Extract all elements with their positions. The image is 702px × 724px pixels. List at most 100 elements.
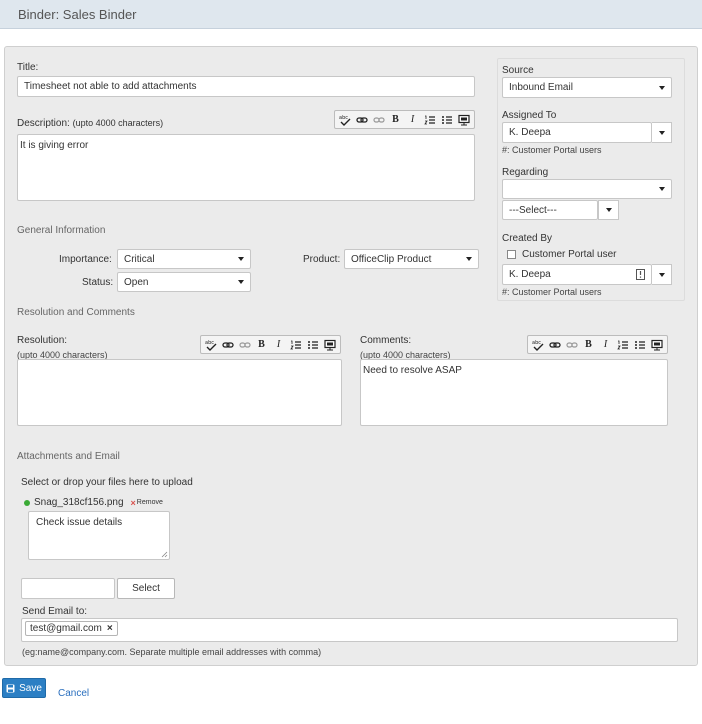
bold-icon[interactable]: B (255, 338, 268, 351)
comments-value: Need to resolve ASAP (363, 365, 462, 376)
description-textarea[interactable]: It is giving error (17, 134, 475, 201)
italic-icon[interactable]: I (406, 113, 419, 126)
regarding-sub-dropdown-button[interactable] (598, 200, 619, 220)
spellcheck-icon[interactable]: abc (338, 113, 351, 126)
regarding-sub-select[interactable]: ---Select--- (502, 200, 598, 220)
bold-icon[interactable]: B (582, 338, 595, 351)
importance-value: Critical (124, 253, 155, 265)
spellcheck-icon[interactable]: abc (204, 338, 217, 351)
link-icon[interactable] (355, 113, 368, 126)
bold-icon[interactable]: B (389, 113, 402, 126)
comments-label: Comments: (360, 335, 412, 346)
regarding-select[interactable] (502, 179, 672, 199)
svg-text:abc: abc (339, 115, 348, 121)
save-button-label: Save (19, 682, 42, 694)
attachment-note-value: Check issue details (36, 517, 123, 528)
importance-select[interactable]: Critical (117, 249, 251, 269)
chevron-down-icon (659, 85, 665, 90)
attachment-note-textarea[interactable]: Check issue details (28, 511, 170, 560)
created-by-dropdown-button[interactable] (652, 264, 672, 285)
comments-textarea[interactable]: Need to resolve ASAP (360, 359, 668, 426)
attachment-item: Snag_318cf156.png × Remove (24, 497, 163, 508)
status-value: Open (124, 276, 149, 288)
remove-attachment-link[interactable]: × Remove (131, 498, 163, 508)
attachments-heading: Attachments and Email (17, 451, 120, 462)
source-view-icon[interactable] (323, 338, 336, 351)
spellcheck-icon[interactable]: abc (531, 338, 544, 351)
product-select[interactable]: OfficeClip Product (344, 249, 479, 269)
send-email-input[interactable] (21, 618, 678, 642)
assigned-to-value: K. Deepa (509, 127, 551, 138)
ordered-list-icon[interactable] (423, 113, 436, 126)
description-value: It is giving error (20, 140, 89, 151)
unlink-icon[interactable] (372, 113, 385, 126)
bullet-list-icon[interactable] (306, 338, 319, 351)
description-toolbar: abc B I (334, 110, 475, 129)
customer-portal-checkbox[interactable] (507, 250, 516, 259)
close-icon[interactable]: × (107, 623, 113, 634)
description-hint: (upto 4000 characters) (72, 118, 164, 128)
title-input[interactable]: Timesheet not able to add attachments (17, 76, 475, 97)
created-hint: #: Customer Portal users (502, 287, 602, 297)
source-view-icon[interactable] (650, 338, 663, 351)
cancel-link[interactable]: Cancel (58, 688, 89, 699)
customer-portal-checkbox-row: Customer Portal user (507, 249, 616, 260)
assigned-to-input[interactable]: K. Deepa (502, 122, 652, 143)
ordered-list-icon[interactable] (616, 338, 629, 351)
email-chip-text: test@gmail.com (30, 623, 102, 634)
chevron-down-icon (238, 257, 244, 261)
unlink-icon[interactable] (565, 338, 578, 351)
link-icon[interactable] (548, 338, 561, 351)
upload-success-dot (24, 499, 30, 506)
status-select[interactable]: Open (117, 272, 251, 292)
unlink-icon[interactable] (238, 338, 251, 351)
regarding-label: Regarding (502, 167, 549, 178)
chevron-down-icon (658, 130, 665, 135)
source-select[interactable]: Inbound Email (502, 77, 672, 98)
chevron-down-icon (659, 187, 665, 191)
email-chip: test@gmail.com × (25, 621, 118, 636)
svg-text:abc: abc (205, 340, 214, 346)
created-by-input[interactable]: K. Deepa (502, 264, 652, 285)
assigned-to-label: Assigned To (502, 110, 557, 121)
chevron-down-icon (238, 280, 244, 284)
page-title: Binder: Sales Binder (18, 7, 137, 22)
assigned-hint: #: Customer Portal users (502, 145, 602, 155)
title-input-value: Timesheet not able to add attachments (24, 81, 197, 92)
regarding-sub-value: ---Select--- (509, 204, 557, 216)
title-label: Title: (17, 62, 39, 73)
resolution-textarea[interactable] (17, 359, 342, 426)
resolution-toolbar: abc B I (200, 335, 341, 354)
assigned-to-dropdown-button[interactable] (652, 122, 672, 143)
status-label: Status: (82, 277, 114, 288)
link-icon[interactable] (221, 338, 234, 351)
source-value: Inbound Email (509, 82, 573, 93)
file-name-input[interactable] (21, 578, 115, 599)
comments-toolbar: abc B I (527, 335, 668, 354)
resolution-label: Resolution: (17, 335, 68, 346)
bullet-list-icon[interactable] (440, 113, 453, 126)
chevron-down-icon (605, 208, 612, 212)
general-info-heading: General Information (17, 225, 106, 236)
floppy-disk-icon (6, 684, 15, 692)
attachment-filename: Snag_318cf156.png (34, 497, 124, 508)
chevron-down-icon (466, 257, 472, 261)
customer-portal-label: Customer Portal user (522, 249, 617, 260)
resolution-heading: Resolution and Comments (17, 307, 135, 318)
product-value: OfficeClip Product (351, 253, 432, 265)
source-label: Source (502, 65, 534, 76)
description-label-text: Description: (17, 118, 70, 129)
ordered-list-icon[interactable] (289, 338, 302, 351)
svg-text:abc: abc (532, 340, 541, 346)
save-button[interactable]: Save (2, 678, 46, 698)
select-file-button[interactable]: Select (117, 578, 175, 599)
bullet-list-icon[interactable] (633, 338, 646, 351)
italic-icon[interactable]: I (272, 338, 285, 351)
contact-card-icon[interactable] (636, 269, 645, 280)
upload-dropzone[interactable]: Select or drop your files here to upload (21, 477, 193, 488)
resize-handle-icon[interactable] (161, 551, 168, 558)
email-hint: (eg:name@company.com. Separate multiple … (22, 647, 322, 657)
italic-icon[interactable]: I (599, 338, 612, 351)
source-view-icon[interactable] (457, 113, 470, 126)
send-email-label: Send Email to: (22, 606, 88, 617)
